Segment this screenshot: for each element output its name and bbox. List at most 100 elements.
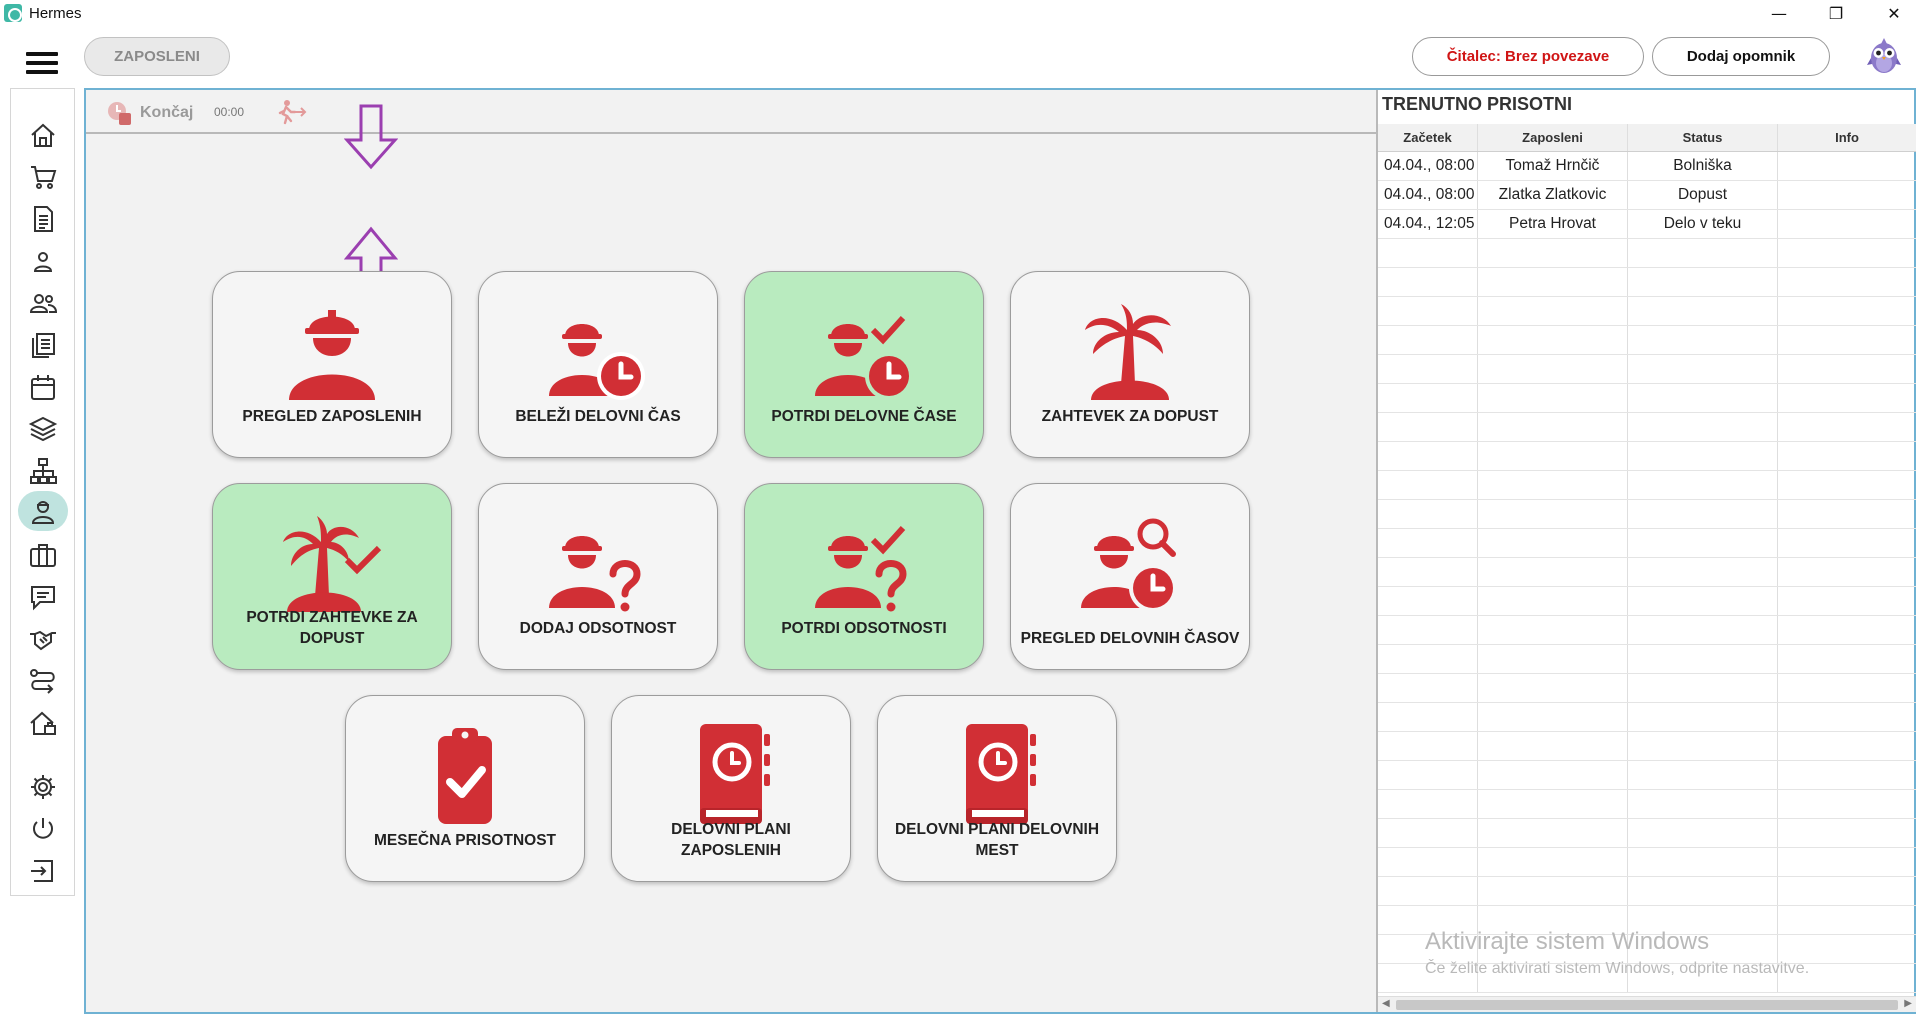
power-icon[interactable] bbox=[25, 811, 61, 847]
document-icon[interactable] bbox=[25, 201, 61, 237]
planner-clock-icon bbox=[700, 724, 770, 824]
empty-cell bbox=[1478, 790, 1628, 818]
empty-cell bbox=[1628, 297, 1778, 325]
cell-status: Dopust bbox=[1628, 181, 1778, 209]
column-header[interactable]: Začetek bbox=[1378, 124, 1478, 151]
empty-cell bbox=[1628, 268, 1778, 296]
empty-table-row bbox=[1378, 732, 1916, 761]
tile-label: POTRDI ODSOTNOSTI bbox=[781, 620, 947, 637]
empty-cell bbox=[1478, 587, 1628, 615]
cell-employee: Petra Hrovat bbox=[1478, 210, 1628, 238]
cell-start: 04.04., 08:00 bbox=[1378, 152, 1478, 180]
house-icon[interactable] bbox=[25, 705, 61, 741]
person-icon[interactable] bbox=[25, 243, 61, 279]
tile-label: ZAHTEVEK ZA DOPUST bbox=[1041, 408, 1219, 425]
tile-label: DELOVNI PLANI ZAPOSLENIH bbox=[671, 821, 791, 859]
table-row[interactable]: 04.04., 08:00 Zlatka Zlatkovic Dopust bbox=[1378, 181, 1916, 210]
briefcase-icon[interactable] bbox=[25, 537, 61, 573]
minimize-button[interactable]: — bbox=[1756, 0, 1802, 26]
empty-cell bbox=[1778, 471, 1916, 499]
windows-activation-watermark: Aktivirajte sistem Windows Če želite akt… bbox=[1425, 928, 1809, 978]
gear-icon[interactable] bbox=[25, 769, 61, 805]
empty-cell bbox=[1478, 877, 1628, 905]
tile-potrdi-zahtevke-za-dopust[interactable]: POTRDI ZAHTEVKE ZA DOPUST bbox=[212, 483, 452, 670]
title-bar: Hermes bbox=[0, 0, 1919, 26]
employee-icon[interactable] bbox=[18, 491, 68, 531]
empty-cell bbox=[1478, 761, 1628, 789]
empty-cell bbox=[1778, 674, 1916, 702]
cell-employee: Zlatka Zlatkovic bbox=[1478, 181, 1628, 209]
empty-table-row bbox=[1378, 790, 1916, 819]
calendar-icon[interactable] bbox=[25, 369, 61, 405]
empty-cell bbox=[1378, 239, 1478, 267]
column-header[interactable]: Status bbox=[1628, 124, 1778, 151]
empty-cell bbox=[1478, 442, 1628, 470]
empty-table-row bbox=[1378, 413, 1916, 442]
empty-table-row bbox=[1378, 297, 1916, 326]
end-button[interactable]: Končaj bbox=[106, 100, 193, 126]
copies-icon[interactable] bbox=[25, 327, 61, 363]
layers-icon[interactable] bbox=[25, 411, 61, 447]
empty-cell bbox=[1628, 877, 1778, 905]
empty-cell bbox=[1778, 558, 1916, 586]
empty-cell bbox=[1778, 442, 1916, 470]
tile-potrdi-odsotnosti[interactable]: POTRDI ODSOTNOSTI bbox=[744, 483, 984, 670]
empty-table-row bbox=[1378, 761, 1916, 790]
module-button[interactable]: ZAPOSLENI bbox=[84, 37, 230, 76]
empty-cell bbox=[1378, 645, 1478, 673]
column-header[interactable]: Zaposleni bbox=[1478, 124, 1628, 151]
tile-pregled-delovnih-casov[interactable]: PREGLED DELOVNIH ČASOV bbox=[1010, 483, 1250, 670]
tile-delovni-plani-delovnih-mest[interactable]: DELOVNI PLANI DELOVNIH MEST bbox=[877, 695, 1117, 882]
empty-cell bbox=[1378, 587, 1478, 615]
cart-icon[interactable] bbox=[25, 159, 61, 195]
tile-pregled-zaposlenih[interactable]: PREGLED ZAPOSLENIH bbox=[212, 271, 452, 458]
routes-icon[interactable] bbox=[25, 663, 61, 699]
presence-table: Začetek Zaposleni Status Info 04.04., 08… bbox=[1378, 124, 1916, 993]
scroll-right-icon[interactable]: ▶ bbox=[1904, 998, 1912, 1009]
scroll-left-icon[interactable]: ◀ bbox=[1382, 998, 1390, 1009]
tile-zahtevek-za-dopust[interactable]: ZAHTEVEK ZA DOPUST bbox=[1010, 271, 1250, 458]
tile-mesecna-prisotnost[interactable]: MESEČNA PRISOTNOST bbox=[345, 695, 585, 882]
people-icon[interactable] bbox=[25, 285, 61, 321]
reader-status-button[interactable]: Čitalec: Brez povezave bbox=[1412, 37, 1644, 76]
empty-table-row bbox=[1378, 558, 1916, 587]
empty-cell bbox=[1478, 732, 1628, 760]
worker-icon bbox=[289, 310, 375, 400]
handshake-icon[interactable] bbox=[25, 621, 61, 657]
sitemap-icon[interactable] bbox=[25, 453, 61, 489]
restore-button[interactable]: ❐ bbox=[1813, 0, 1859, 26]
cell-employee: Tomaž Hrnčič bbox=[1478, 152, 1628, 180]
exit-running-icon[interactable] bbox=[276, 99, 308, 125]
worker-clock-icon bbox=[549, 324, 645, 400]
empty-cell bbox=[1378, 674, 1478, 702]
scroll-thumb[interactable] bbox=[1396, 1000, 1898, 1010]
clipboard-check-icon bbox=[438, 728, 492, 824]
app-logo-icon bbox=[4, 4, 22, 22]
tile-delovni-plani-zaposlenih[interactable]: DELOVNI PLANI ZAPOSLENIH bbox=[611, 695, 851, 882]
empty-cell bbox=[1378, 326, 1478, 354]
empty-table-row bbox=[1378, 616, 1916, 645]
empty-cell bbox=[1628, 558, 1778, 586]
tile-belezi-delovni-cas[interactable]: BELEŽI DELOVNI ČAS bbox=[478, 271, 718, 458]
empty-cell bbox=[1628, 355, 1778, 383]
empty-cell bbox=[1628, 616, 1778, 644]
cell-info bbox=[1778, 181, 1916, 209]
close-button[interactable]: ✕ bbox=[1871, 0, 1917, 26]
add-reminder-button[interactable]: Dodaj opomnik bbox=[1652, 37, 1830, 76]
table-row[interactable]: 04.04., 12:05 Petra Hrovat Delo v teku bbox=[1378, 210, 1916, 239]
table-row[interactable]: 04.04., 08:00 Tomaž Hrnčič Bolniška bbox=[1378, 152, 1916, 181]
empty-cell bbox=[1628, 761, 1778, 789]
empty-cell bbox=[1778, 413, 1916, 441]
empty-cell bbox=[1778, 500, 1916, 528]
tile-dodaj-odsotnost[interactable]: DODAJ ODSOTNOST bbox=[478, 483, 718, 670]
tile-potrdi-delovne-case[interactable]: POTRDI DELOVNE ČASE bbox=[744, 271, 984, 458]
empty-cell bbox=[1628, 442, 1778, 470]
empty-cell bbox=[1478, 413, 1628, 441]
horizontal-scrollbar[interactable]: ◀ ▶ bbox=[1378, 996, 1916, 1012]
home-icon[interactable] bbox=[25, 117, 61, 153]
chat-icon[interactable] bbox=[25, 579, 61, 615]
logout-icon[interactable] bbox=[25, 853, 61, 889]
column-header[interactable]: Info bbox=[1778, 124, 1916, 151]
hamburger-menu-icon[interactable] bbox=[26, 52, 58, 74]
owl-avatar-icon[interactable] bbox=[1866, 36, 1902, 76]
